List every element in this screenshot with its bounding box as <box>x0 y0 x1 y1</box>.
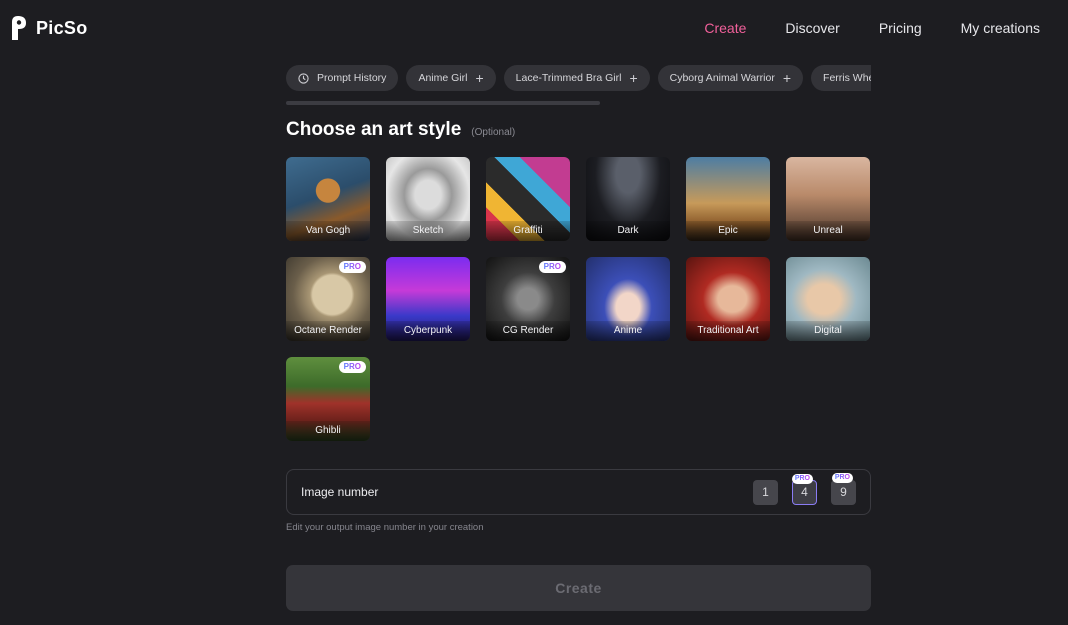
style-tile-van-gogh[interactable]: Van Gogh <box>286 157 370 241</box>
brand-logo[interactable]: PicSo <box>10 14 88 42</box>
prompt-chip-label: Lace-Trimmed Bra Girl <box>515 72 622 84</box>
prompt-history-label: Prompt History <box>317 72 387 84</box>
style-tile-cg-render[interactable]: PRO CG Render <box>486 257 570 341</box>
art-style-grid: Van Gogh Sketch Graffiti Dark Epic Unrea… <box>286 157 870 441</box>
image-number-option-9[interactable]: PRO 9 <box>831 472 856 505</box>
pro-badge: PRO <box>538 261 566 273</box>
style-label: Digital <box>786 321 870 341</box>
top-nav: Create Discover Pricing My creations <box>704 20 1040 36</box>
style-tile-epic[interactable]: Epic <box>686 157 770 241</box>
optional-label: (Optional) <box>471 127 516 138</box>
style-label: Unreal <box>786 221 870 241</box>
style-tile-octane-render[interactable]: PRO Octane Render <box>286 257 370 341</box>
pro-badge: PRO <box>831 472 853 483</box>
prompt-chip-label: Ferris Whe <box>823 72 871 84</box>
clock-icon <box>298 72 309 84</box>
nav-my-creations[interactable]: My creations <box>961 20 1040 36</box>
prompt-chip[interactable]: Anime Girl + <box>406 65 496 91</box>
style-tile-cyberpunk[interactable]: Cyberpunk <box>386 257 470 341</box>
style-tile-ghibli[interactable]: PRO Ghibli <box>286 357 370 441</box>
style-tile-unreal[interactable]: Unreal <box>786 157 870 241</box>
style-tile-digital[interactable]: Digital <box>786 257 870 341</box>
image-number-option-1[interactable]: 1 <box>753 479 778 505</box>
art-style-title: Choose an art style <box>286 119 462 140</box>
style-tile-traditional-art[interactable]: Traditional Art <box>686 257 770 341</box>
style-label: Octane Render <box>286 321 370 341</box>
style-label: Sketch <box>386 221 470 241</box>
style-tile-sketch[interactable]: Sketch <box>386 157 470 241</box>
style-tile-anime[interactable]: Anime <box>586 257 670 341</box>
style-label: Graffiti <box>486 221 570 241</box>
nav-discover[interactable]: Discover <box>785 20 839 36</box>
create-button[interactable]: Create <box>286 565 871 611</box>
chips-scrollbar[interactable] <box>286 101 600 105</box>
plus-icon: + <box>629 70 638 86</box>
nav-create[interactable]: Create <box>704 20 746 36</box>
prompt-chip-label: Cyborg Animal Warrior <box>669 72 775 84</box>
image-number-panel: Image number 1 PRO 4 PRO 9 <box>286 469 871 515</box>
prompt-chips-scroller[interactable]: Prompt History Anime Girl + Lace-Trimmed… <box>286 65 871 93</box>
prompt-chip[interactable]: Cyborg Animal Warrior + <box>657 65 804 91</box>
style-label: Traditional Art <box>686 321 770 341</box>
art-style-heading: Choose an art style (Optional) <box>286 119 515 141</box>
style-label: Dark <box>586 221 670 241</box>
pro-badge: PRO <box>338 361 366 373</box>
image-number-options: 1 PRO 4 PRO 9 <box>753 472 856 505</box>
plus-icon: + <box>475 70 484 86</box>
style-tile-graffiti[interactable]: Graffiti <box>486 157 570 241</box>
prompt-chip[interactable]: Ferris Whe + <box>811 65 871 91</box>
prompt-chip-label: Anime Girl <box>418 72 468 84</box>
picso-logo-icon <box>10 14 28 42</box>
pro-badge: PRO <box>791 473 813 484</box>
style-label: CG Render <box>486 321 570 341</box>
style-label: Van Gogh <box>286 221 370 241</box>
image-number-helper: Edit your output image number in your cr… <box>286 522 484 533</box>
style-tile-dark[interactable]: Dark <box>586 157 670 241</box>
prompt-history-chip[interactable]: Prompt History <box>286 65 399 91</box>
style-label: Ghibli <box>286 421 370 441</box>
image-number-label: Image number <box>301 485 379 499</box>
style-label: Cyberpunk <box>386 321 470 341</box>
brand-name: PicSo <box>36 17 88 38</box>
plus-icon: + <box>782 70 792 86</box>
image-number-option-4[interactable]: PRO 4 <box>791 473 817 505</box>
style-label: Anime <box>586 321 670 341</box>
style-label: Epic <box>686 221 770 241</box>
prompt-chip[interactable]: Lace-Trimmed Bra Girl + <box>503 65 650 91</box>
nav-pricing[interactable]: Pricing <box>879 20 922 36</box>
pro-badge: PRO <box>338 261 366 273</box>
